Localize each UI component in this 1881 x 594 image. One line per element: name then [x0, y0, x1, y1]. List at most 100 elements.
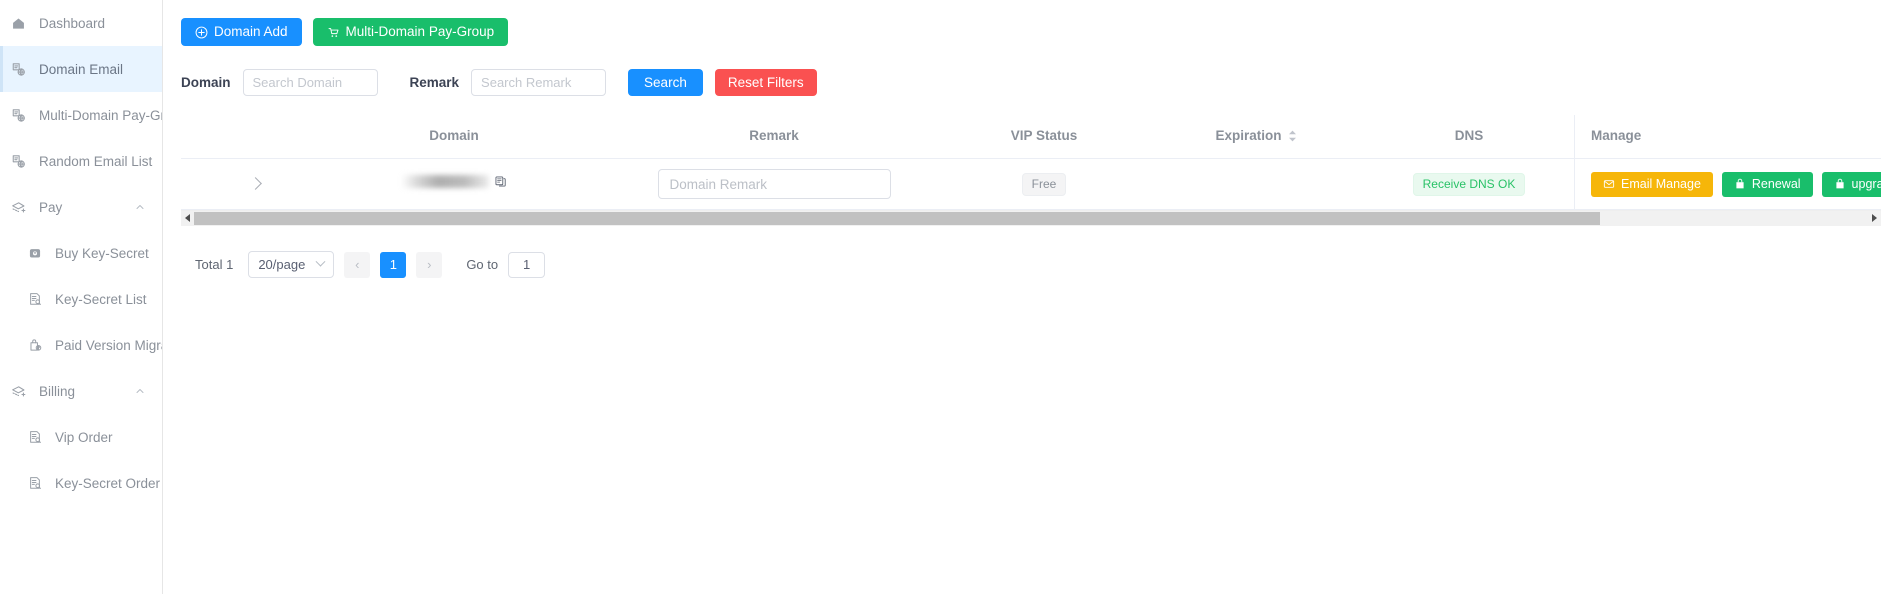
column-header-expand: [181, 115, 299, 160]
cell-expiration: [1149, 158, 1364, 211]
domain-value: [401, 175, 507, 189]
reset-filters-button[interactable]: Reset Filters: [714, 69, 817, 96]
sidebar-item-random-email-list[interactable]: Random Email List: [0, 138, 162, 184]
wallet-icon: [23, 246, 47, 260]
column-header-dns: DNS: [1364, 115, 1574, 160]
chevron-up-icon[interactable]: [134, 201, 146, 213]
column-header-expiration[interactable]: Expiration: [1149, 115, 1364, 160]
sidebar-item-label: Pay: [39, 199, 63, 215]
search-button[interactable]: Search: [628, 69, 703, 96]
expand-row-icon[interactable]: [248, 177, 262, 191]
dns-status-badge: Receive DNS OK: [1412, 172, 1526, 197]
column-header-domain: Domain: [299, 115, 609, 160]
pagination-total: Total 1: [195, 257, 234, 273]
domain-redacted: [401, 175, 489, 189]
button-label: Email Manage: [1621, 177, 1701, 192]
sidebar-item-label: Paid Version Migration: [55, 337, 162, 353]
list-doc-icon: [23, 292, 47, 306]
pagination-next-button[interactable]: ›: [416, 251, 443, 278]
copy-icon[interactable]: [494, 175, 507, 188]
column-header-vip-status: VIP Status: [939, 115, 1149, 160]
sidebar-item-label: Random Email List: [39, 153, 153, 169]
action-toolbar: Domain Add Multi-Domain Pay-Group: [181, 18, 1881, 46]
scroll-right-arrow-icon[interactable]: [1868, 210, 1881, 226]
list-doc-icon: [23, 476, 47, 490]
sidebar-item-vip-order[interactable]: Vip Order: [0, 414, 162, 460]
sidebar-item-pay[interactable]: Pay: [0, 184, 162, 230]
multi-domain-label: Multi-Domain Pay-Group: [345, 24, 495, 40]
upgrade-button[interactable]: upgrade: [1821, 171, 1881, 197]
pagination-goto-label: Go to: [466, 257, 499, 273]
domain-add-label: Domain Add: [214, 24, 288, 40]
sidebar-item-billing[interactable]: Billing: [0, 368, 162, 414]
sidebar-item-domain-email[interactable]: Domain Email: [0, 46, 162, 92]
sidebar-item-label: Buy Key-Secret: [55, 245, 149, 261]
upload-bag-icon: [23, 338, 47, 352]
domain-filter-label: Domain: [181, 75, 231, 90]
domain-email-icon: [5, 108, 31, 123]
sidebar-item-label: Key-Secret Order: [55, 475, 161, 491]
list-doc-icon: [23, 430, 47, 444]
horizontal-scrollbar[interactable]: [181, 210, 1881, 226]
column-header-remark: Remark: [609, 115, 939, 160]
renewal-button[interactable]: Renewal: [1721, 171, 1813, 197]
domain-table-wrapper: Domain Remark VIP Status Expiration DNS …: [181, 115, 1881, 279]
domain-email-icon: [5, 62, 31, 77]
table-header-row: Domain Remark VIP Status Expiration DNS …: [181, 115, 1881, 160]
page-size-select[interactable]: 20/page: [248, 251, 335, 279]
column-header-manage: Manage: [1574, 115, 1881, 160]
scrollbar-track[interactable]: [194, 210, 1868, 226]
cell-dns: Receive DNS OK: [1364, 158, 1574, 211]
sidebar-item-label: Key-Secret List: [55, 291, 147, 307]
sidebar-item-buy-key-secret[interactable]: Buy Key-Secret: [0, 230, 162, 276]
domain-table: Domain Remark VIP Status Expiration DNS …: [181, 115, 1881, 211]
pay-icon: [5, 200, 31, 215]
domain-email-icon: [5, 154, 31, 169]
app-root: Dashboard Domain Email Multi-Domain Pay-G r…: [0, 0, 1881, 594]
sidebar-item-label: Dashboard: [39, 15, 106, 31]
chevron-down-icon: [315, 257, 326, 268]
sidebar-item-multi-domain-pay-group[interactable]: Multi-Domain Pay-Group: [0, 92, 162, 138]
multi-domain-pay-group-button[interactable]: Multi-Domain Pay-Group: [312, 18, 509, 46]
chevron-up-icon[interactable]: [134, 385, 146, 397]
column-header-expiration-label: Expiration: [1215, 128, 1282, 143]
sidebar-item-dashboard[interactable]: Dashboard: [0, 0, 162, 46]
domain-remark-input[interactable]: [657, 169, 891, 200]
sort-icon[interactable]: [1287, 129, 1298, 143]
sidebar-item-key-secret-order[interactable]: Key-Secret Order: [0, 460, 162, 506]
vip-status-badge: Free: [1021, 172, 1067, 197]
button-label: Renewal: [1751, 177, 1801, 192]
filter-bar: Domain Remark Search Reset Filters: [181, 69, 1881, 96]
bag-icon: [1834, 178, 1846, 190]
pay-icon: [5, 384, 31, 399]
plus-circle-icon: [195, 26, 208, 39]
cell-remark: [609, 158, 939, 211]
main-content: Domain Add Multi-Domain Pay-Group Domain…: [163, 0, 1881, 594]
cell-manage: Email Manage Renewal upgrade: [1574, 158, 1881, 211]
pagination-prev-button[interactable]: ‹: [344, 251, 371, 278]
sidebar-item-label: Vip Order: [55, 429, 113, 445]
row-expand-cell: [181, 158, 299, 211]
button-label: upgrade: [1851, 177, 1881, 192]
cell-vip-status: Free: [939, 158, 1149, 211]
scrollbar-thumb[interactable]: [194, 211, 1601, 225]
email-manage-button[interactable]: Email Manage: [1591, 171, 1713, 197]
pagination-goto-input[interactable]: [508, 251, 546, 278]
cell-domain: [299, 158, 609, 211]
search-domain-input[interactable]: [242, 69, 378, 96]
pagination: Total 1 20/page ‹ 1 › Go to: [181, 251, 1881, 279]
sidebar-item-label: Multi-Domain Pay-Group: [39, 107, 162, 123]
table-row: Free Receive DNS OK Email Manage Renewal upg…: [181, 158, 1881, 211]
sidebar-item-paid-version-migration[interactable]: Paid Version Migration: [0, 322, 162, 368]
envelope-icon: [1603, 178, 1615, 190]
pagination-page-1[interactable]: 1: [380, 251, 407, 278]
domain-add-button[interactable]: Domain Add: [181, 18, 302, 46]
sidebar-item-key-secret-list[interactable]: Key-Secret List: [0, 276, 162, 322]
manage-buttons: Email Manage Renewal upgrade: [1591, 171, 1881, 197]
search-remark-input[interactable]: [471, 69, 607, 96]
page-size-label: 20/page: [258, 257, 306, 273]
sidebar: Dashboard Domain Email Multi-Domain Pay-G r…: [0, 0, 163, 594]
scroll-left-arrow-icon[interactable]: [181, 210, 194, 226]
home-icon: [5, 16, 31, 31]
table-body: Free Receive DNS OK Email Manage Renewal upg…: [181, 158, 1881, 211]
